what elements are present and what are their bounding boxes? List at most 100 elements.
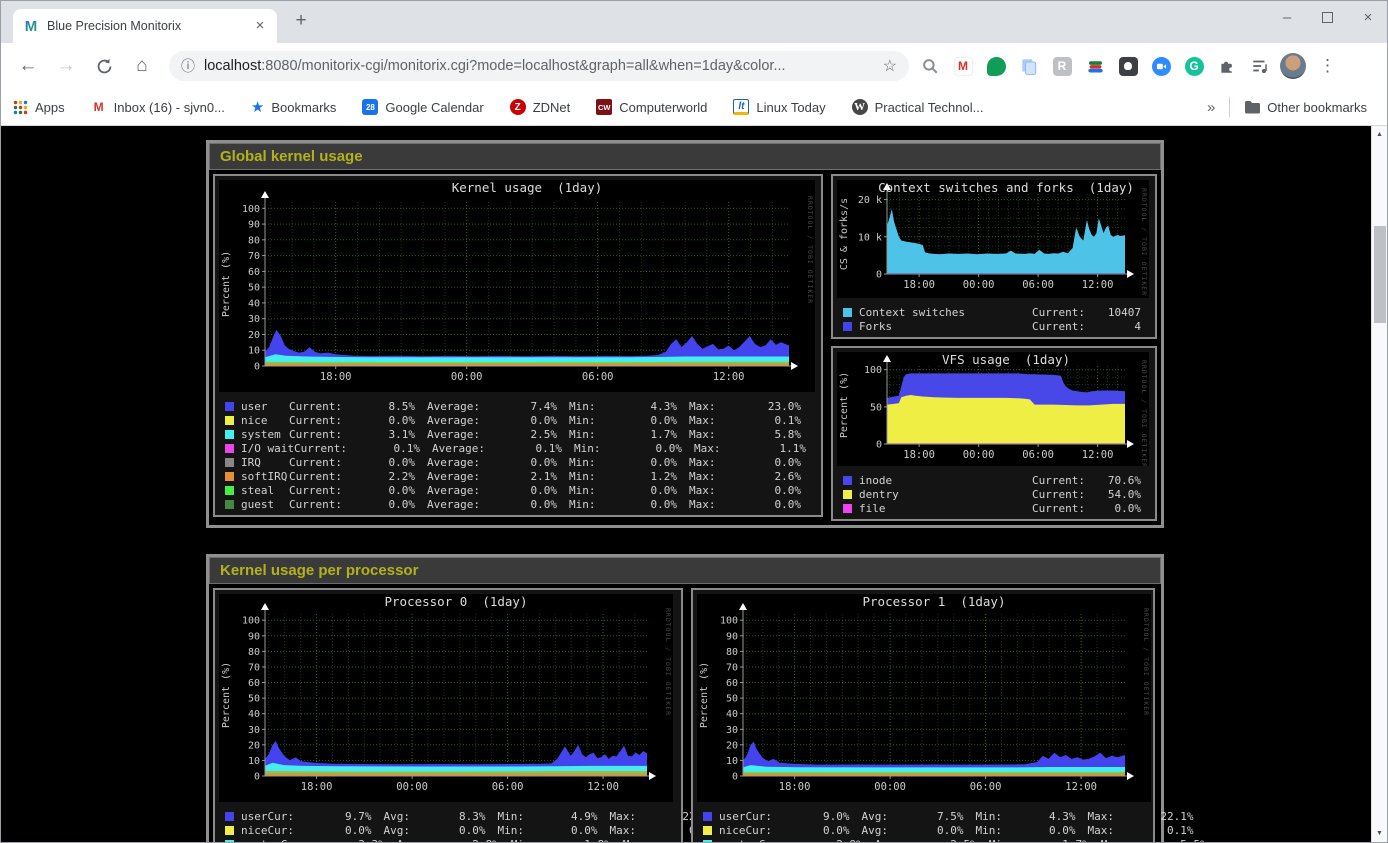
legend-row: inodeCurrent:70.6% — [843, 473, 1147, 487]
minimize-icon[interactable]: – — [1278, 9, 1296, 26]
svg-text:M: M — [25, 18, 38, 34]
svg-text:100: 100 — [242, 204, 260, 215]
folder-icon — [1244, 100, 1260, 114]
bookmark-computerworld[interactable]: CW Computerworld — [596, 99, 707, 115]
legend-metric: Cur:2.9% — [759, 838, 863, 843]
legend-swatch — [225, 458, 234, 467]
svg-text:0: 0 — [876, 440, 882, 451]
forward-icon[interactable]: → — [50, 50, 82, 82]
monitorix-page: Global kernel usage 01020304050607080901… — [206, 140, 1164, 842]
context-switches-graph[interactable]: 010 k20 k18:0000:0006:0012:00Context swi… — [837, 180, 1151, 303]
section-kernel-per-processor: Kernel usage per processor 0102030405060… — [206, 554, 1164, 842]
legend-metric: Min:1.7% — [569, 428, 677, 441]
legend-metric: Min:0.0% — [569, 414, 677, 427]
bookmark-inbox[interactable]: M Inbox (16) - sjvn0... — [91, 99, 225, 115]
section-title-per-processor: Kernel usage per processor — [209, 557, 1161, 584]
legend-metric: Avg:0.0% — [862, 824, 964, 837]
tab-monitorix[interactable]: M Blue Precision Monitorix × — [13, 9, 277, 43]
bookmark-bookmarks[interactable]: ★ Bookmarks — [251, 98, 336, 116]
legend-swatch — [703, 826, 712, 835]
voice-extension-icon[interactable] — [983, 53, 1009, 79]
svg-text:06:00: 06:00 — [492, 781, 524, 793]
other-bookmarks[interactable]: Other bookmarks — [1244, 100, 1367, 115]
legend-label: user — [241, 810, 268, 823]
monitorix-favicon: M — [23, 18, 39, 34]
legend-metric: Current:3.1% — [289, 428, 415, 441]
scrollbar[interactable]: ▲ ▼ — [1371, 126, 1387, 842]
scrollbar-thumb[interactable] — [1374, 226, 1386, 323]
bookmark-practical-tech[interactable]: W Practical Technol... — [852, 99, 984, 115]
bookmarks-divider — [1229, 97, 1230, 117]
reload-icon[interactable] — [88, 50, 120, 82]
vfs-usage-graph[interactable]: 05010018:0000:0006:0012:00VFS usage (1da… — [837, 352, 1151, 471]
maximize-icon[interactable] — [1322, 12, 1333, 23]
legend-swatch — [225, 500, 234, 509]
kernel-usage-graph[interactable]: 010203040506070809010018:0000:0006:0012:… — [219, 180, 817, 397]
browser-menu-icon[interactable]: ⋮ — [1313, 56, 1342, 76]
right-column: 010 k20 k18:0000:0006:0012:00Context swi… — [831, 174, 1157, 521]
svg-text:20: 20 — [726, 740, 738, 751]
legend-row: niceCur:0.0%Avg:0.0%Min:0.0%Max:0.1% — [225, 823, 673, 837]
books-extension-icon[interactable] — [1082, 53, 1108, 79]
section-title-global-kernel: Global kernel usage — [209, 143, 1161, 170]
svg-text:RRDTOOL / TOBI OETIKER: RRDTOOL / TOBI OETIKER — [1142, 608, 1150, 716]
dark-extension-icon[interactable] — [1115, 53, 1141, 79]
scroll-up-icon[interactable]: ▲ — [1372, 126, 1387, 143]
legend-metric: Cur:9.7% — [268, 810, 372, 823]
kernel-usage-legend: userCurrent:8.5%Average:7.4%Min:4.3%Max:… — [219, 397, 817, 511]
bookmark-apps[interactable]: Apps — [13, 100, 65, 115]
legend-metric: Max:0.0% — [689, 498, 801, 511]
new-tab-button[interactable]: + — [287, 8, 315, 36]
svg-text:80: 80 — [248, 647, 260, 658]
gmail-extension-icon[interactable]: M — [950, 53, 976, 79]
bookmarks-overflow-icon[interactable]: » — [1207, 99, 1215, 116]
svg-text:18:00: 18:00 — [320, 371, 352, 383]
scroll-down-icon[interactable]: ▼ — [1372, 825, 1387, 842]
legend-metric: Average:0.0% — [427, 456, 557, 469]
legend-metric: Cur:9.0% — [746, 810, 850, 823]
svg-text:90: 90 — [248, 631, 260, 642]
svg-text:80: 80 — [248, 235, 260, 246]
copy-pages-extension-icon[interactable] — [1016, 53, 1042, 79]
home-icon[interactable]: ⌂ — [126, 50, 158, 82]
legend-metric-value: 4 — [1085, 320, 1141, 333]
svg-text:12:00: 12:00 — [1082, 449, 1114, 461]
legend-metric: Max:0.0% — [689, 456, 801, 469]
legend-metric: Min:0.0% — [569, 484, 677, 497]
legend-swatch — [225, 402, 234, 411]
close-icon[interactable]: × — [1359, 9, 1377, 26]
legend-metric: Max:22.1% — [1088, 810, 1194, 823]
url-bar[interactable]: ⓘ localhost:8080/monitorix-cgi/monitorix… — [169, 51, 909, 81]
global-kernel-body: 010203040506070809010018:0000:0006:0012:… — [209, 170, 1161, 525]
search-extension-icon[interactable] — [917, 53, 943, 79]
tab-close-icon[interactable]: × — [251, 17, 269, 35]
svg-text:18:00: 18:00 — [779, 781, 811, 793]
svg-text:00:00: 00:00 — [963, 279, 995, 291]
legend-label: user — [241, 400, 289, 413]
bookmark-google-calendar[interactable]: 28 Google Calendar — [362, 99, 483, 115]
profile-avatar[interactable] — [1280, 53, 1306, 79]
legend-label: softIRQ — [241, 470, 289, 483]
legend-swatch — [703, 812, 712, 821]
processor-0-graph[interactable]: 010203040506070809010018:0000:0006:0012:… — [219, 594, 677, 807]
legend-swatch — [843, 322, 852, 331]
bookmark-zdnet[interactable]: Z ZDNet — [510, 99, 571, 115]
browser-window: M Blue Precision Monitorix × + – × ← → ⌂… — [0, 0, 1388, 843]
legend-metric: Max:1.1% — [694, 442, 806, 455]
processor-1-graph[interactable]: 010203040506070809010018:0000:0006:0012:… — [697, 594, 1149, 807]
page-info-icon[interactable]: ⓘ — [181, 56, 195, 76]
bookmark-star-icon[interactable]: ☆ — [883, 56, 897, 76]
wordpress-icon: W — [852, 99, 868, 115]
bookmark-linux-today[interactable]: lt Linux Today — [733, 99, 825, 115]
playlist-extension-icon[interactable] — [1247, 53, 1273, 79]
legend-metric: Avg:2.8% — [397, 838, 499, 843]
legend-metric: Min:4.3% — [976, 810, 1076, 823]
grammarly-extension-icon[interactable]: G — [1181, 53, 1207, 79]
r-extension-icon[interactable]: R — [1049, 53, 1075, 79]
back-icon[interactable]: ← — [12, 50, 44, 82]
extensions-puzzle-icon[interactable] — [1214, 53, 1240, 79]
zoom-extension-icon[interactable] — [1148, 53, 1174, 79]
svg-text:06:00: 06:00 — [1022, 279, 1054, 291]
svg-text:Kernel usage (1day): Kernel usage (1day) — [452, 180, 603, 195]
url-text: localhost:8080/monitorix-cgi/monitorix.c… — [204, 58, 875, 74]
